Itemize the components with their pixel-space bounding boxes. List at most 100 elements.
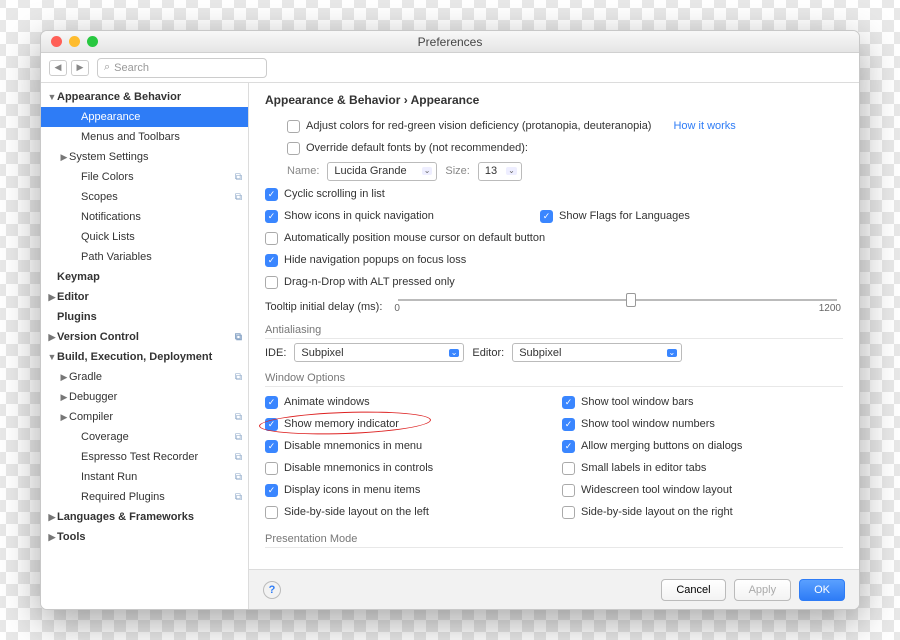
project-badge-icon: ⧉ <box>235 452 242 463</box>
how-it-works-link[interactable]: How it works <box>673 120 735 132</box>
sidebar-item[interactable]: ▶Languages & Frameworks <box>41 507 248 527</box>
sidebar-item[interactable]: Scopes⧉ <box>41 187 248 207</box>
sidebar-item[interactable]: ▼Build, Execution, Deployment <box>41 347 248 367</box>
checkbox[interactable] <box>562 418 575 431</box>
sidebar-item-label: Menus and Toolbars <box>81 131 242 143</box>
window-option[interactable]: Allow merging buttons on dialogs <box>562 435 843 457</box>
checkbox[interactable] <box>265 276 278 289</box>
checkbox[interactable] <box>287 120 300 133</box>
breadcrumb: Appearance & Behavior › Appearance <box>265 93 843 107</box>
sidebar-item[interactable]: Instant Run⧉ <box>41 467 248 487</box>
checkbox[interactable] <box>540 210 553 223</box>
opt-show-icons[interactable]: Show icons in quick navigation <box>284 210 534 222</box>
window-option[interactable]: Small labels in editor tabs <box>562 457 843 479</box>
checkbox[interactable] <box>265 254 278 267</box>
search-input[interactable]: ⌕ Search <box>97 58 267 78</box>
sidebar-item[interactable]: ▶Version Control⧉ <box>41 327 248 347</box>
sidebar-item[interactable]: ▶Tools <box>41 527 248 547</box>
aa-editor-select[interactable]: Subpixel⌄ <box>512 343 682 362</box>
window-option[interactable]: Display icons in menu items <box>265 479 546 501</box>
opt-row-icons-flags: Show icons in quick navigation Show Flag… <box>265 205 843 227</box>
sidebar-item[interactable]: Path Variables <box>41 247 248 267</box>
sidebar-item[interactable]: Espresso Test Recorder⧉ <box>41 447 248 467</box>
sidebar-item[interactable]: ▶Gradle⧉ <box>41 367 248 387</box>
checkbox[interactable] <box>265 210 278 223</box>
forward-button[interactable]: ▶ <box>71 60 89 76</box>
sidebar-item[interactable]: File Colors⧉ <box>41 167 248 187</box>
sidebar-item[interactable]: Plugins <box>41 307 248 327</box>
help-button[interactable]: ? <box>263 581 281 599</box>
checkbox[interactable] <box>265 484 278 497</box>
tooltip-delay-slider[interactable] <box>398 299 837 301</box>
sidebar-item-label: Keymap <box>57 271 242 283</box>
checkbox[interactable] <box>562 484 575 497</box>
checkbox[interactable] <box>265 440 278 453</box>
font-size-select[interactable]: 13⌄ <box>478 162 522 181</box>
checkbox[interactable] <box>265 188 278 201</box>
sidebar-item-label: System Settings <box>69 151 242 163</box>
window-option[interactable]: Disable mnemonics in menu <box>265 435 546 457</box>
apply-button[interactable]: Apply <box>734 579 792 601</box>
window-option[interactable]: Show memory indicator <box>265 413 546 435</box>
checkbox[interactable] <box>265 396 278 409</box>
sidebar-item[interactable]: ▼Appearance & Behavior <box>41 87 248 107</box>
content-scroll[interactable]: Appearance & Behavior › Appearance Adjus… <box>249 83 859 569</box>
sidebar-item[interactable]: Appearance <box>41 107 248 127</box>
checkbox[interactable] <box>562 440 575 453</box>
checkbox[interactable] <box>562 462 575 475</box>
opt-override-fonts[interactable]: Override default fonts by (not recommend… <box>287 137 843 159</box>
font-name-select[interactable]: Lucida Grande⌄ <box>327 162 437 181</box>
cancel-button[interactable]: Cancel <box>661 579 725 601</box>
opt-cyclic[interactable]: Cyclic scrolling in list <box>265 183 843 205</box>
sidebar-item-label: Editor <box>57 291 242 303</box>
project-badge-icon: ⧉ <box>235 432 242 443</box>
aa-ide-select[interactable]: Subpixel⌄ <box>294 343 464 362</box>
opt-show-flags[interactable]: Show Flags for Languages <box>559 210 690 222</box>
project-badge-icon: ⧉ <box>235 412 242 423</box>
sidebar-item-label: Compiler <box>69 411 235 423</box>
sidebar-item[interactable]: Menus and Toolbars <box>41 127 248 147</box>
sidebar-item[interactable]: Coverage⧉ <box>41 427 248 447</box>
project-badge-icon: ⧉ <box>235 472 242 483</box>
sidebar[interactable]: ▼Appearance & BehaviorAppearance Menus an… <box>41 83 249 609</box>
checkbox[interactable] <box>287 142 300 155</box>
sidebar-item-label: Quick Lists <box>81 231 242 243</box>
sidebar-item[interactable]: ▶Editor <box>41 287 248 307</box>
checkbox[interactable] <box>265 462 278 475</box>
sidebar-item[interactable]: ▶Compiler⧉ <box>41 407 248 427</box>
checkbox[interactable] <box>265 418 278 431</box>
opt-adjust-colors[interactable]: Adjust colors for red-green vision defic… <box>287 115 843 137</box>
sidebar-item[interactable]: Notifications <box>41 207 248 227</box>
sidebar-item-label: Path Variables <box>81 251 242 263</box>
window-option[interactable]: Disable mnemonics in controls <box>265 457 546 479</box>
window-option[interactable]: Side-by-side layout on the left <box>265 501 546 523</box>
body: ▼Appearance & BehaviorAppearance Menus an… <box>41 83 859 609</box>
checkbox[interactable] <box>265 232 278 245</box>
window-option[interactable]: Animate windows <box>265 391 546 413</box>
sidebar-item[interactable]: Required Plugins⧉ <box>41 487 248 507</box>
checkbox[interactable] <box>265 506 278 519</box>
ok-button[interactable]: OK <box>799 579 845 601</box>
window-option[interactable]: Show tool window numbers <box>562 413 843 435</box>
sidebar-item[interactable]: ▶Debugger <box>41 387 248 407</box>
sidebar-item-label: Debugger <box>69 391 242 403</box>
opt-dnd-alt[interactable]: Drag-n-Drop with ALT pressed only <box>265 271 843 293</box>
disclosure-icon: ▼ <box>47 352 57 362</box>
sidebar-item[interactable]: Quick Lists <box>41 227 248 247</box>
section-antialiasing: Antialiasing <box>265 324 843 339</box>
checkbox[interactable] <box>562 506 575 519</box>
sidebar-item[interactable]: Keymap <box>41 267 248 287</box>
opt-hide-nav[interactable]: Hide navigation popups on focus loss <box>265 249 843 271</box>
project-badge-icon: ⧉ <box>235 372 242 383</box>
opt-auto-position[interactable]: Automatically position mouse cursor on d… <box>265 227 843 249</box>
sidebar-item-label: Build, Execution, Deployment <box>57 351 242 363</box>
window-option[interactable]: Widescreen tool window layout <box>562 479 843 501</box>
sidebar-item-label: Required Plugins <box>81 491 235 503</box>
option-label: Show memory indicator <box>284 418 399 430</box>
checkbox[interactable] <box>562 396 575 409</box>
project-badge-icon: ⧉ <box>235 332 242 343</box>
back-button[interactable]: ◀ <box>49 60 67 76</box>
window-option[interactable]: Show tool window bars <box>562 391 843 413</box>
sidebar-item[interactable]: ▶System Settings <box>41 147 248 167</box>
window-option[interactable]: Side-by-side layout on the right <box>562 501 843 523</box>
